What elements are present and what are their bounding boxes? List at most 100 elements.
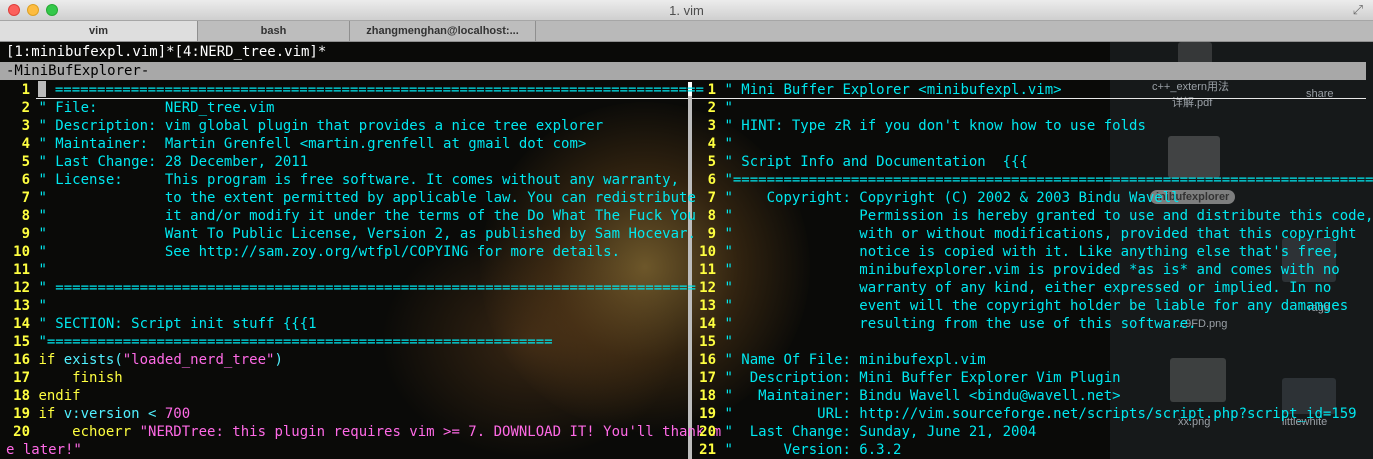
code-line[interactable]: 9 " Want To Public License, Version 2, a…: [0, 225, 696, 243]
line-number: 6: [21, 172, 30, 188]
code-text: " Last Change: Sunday, June 21, 2004: [724, 424, 1037, 440]
code-line[interactable]: 16 " Name Of File: minibufexpl.vim: [686, 351, 986, 369]
code-line[interactable]: 7 " Copyright: Copyright (C) 2002 & 2003…: [686, 189, 1180, 207]
line-number: 10: [699, 244, 716, 260]
code-line[interactable]: 15 ": [686, 333, 733, 351]
line-number: 4: [707, 136, 716, 152]
minibuf-buffer-list[interactable]: [1:minibufexpl.vim]*[4:NERD_tree.vim]*: [6, 43, 326, 61]
code-text: " Last Change: 28 December, 2011: [38, 154, 309, 170]
code-text: " URL: http://vim.sourceforge.net/script…: [724, 406, 1357, 422]
code-line[interactable]: 13 " event will the copyright holder be …: [686, 297, 1348, 315]
code-line[interactable]: 3 " HINT: Type zR if you don't know how …: [686, 117, 1146, 135]
tab-ssh[interactable]: zhangmenghan@localhost:...: [350, 21, 536, 41]
code-text: " See http://sam.zoy.org/wtfpl/COPYING f…: [38, 244, 621, 260]
code-line[interactable]: 8 " it and/or modify it under the terms …: [0, 207, 696, 225]
tab-bash[interactable]: bash: [198, 21, 350, 41]
code-text: " Description: Mini Buffer Explorer Vim …: [724, 370, 1121, 386]
line-number: 16: [13, 352, 30, 368]
code-line[interactable]: 12 " ===================================…: [0, 279, 696, 297]
file-icon: [1170, 358, 1226, 402]
string: "NERDTree: this plugin requires vim >= 7…: [131, 424, 722, 440]
code-line[interactable]: 7 " to the extent permitted by applicabl…: [0, 189, 696, 207]
code-text: " to the extent permitted by applicable …: [38, 190, 696, 206]
code-line[interactable]: 12 " warranty of any kind, either expres…: [686, 279, 1331, 297]
line-number: 5: [21, 154, 30, 170]
code-line[interactable]: 11 " minibufexplorer.vim is provided *as…: [686, 261, 1340, 279]
line-number: 18: [13, 388, 30, 404]
code-line[interactable]: 4 ": [686, 135, 733, 153]
code-text: " notice is copied with it. Like anythin…: [724, 244, 1340, 260]
line-number: 8: [707, 208, 716, 224]
code-line[interactable]: 3 " Description: vim global plugin that …: [0, 117, 604, 135]
code-line[interactable]: 20 " Last Change: Sunday, June 21, 2004: [686, 423, 1036, 441]
line-number: 14: [699, 316, 716, 332]
paren: (: [114, 352, 123, 368]
line-number: 5: [707, 154, 716, 170]
code-text: "=======================================…: [38, 334, 553, 350]
code-line[interactable]: 6 " License: This program is free softwa…: [0, 171, 679, 189]
code-line[interactable]: 16 if exists("loaded_nerd_tree"): [0, 351, 283, 369]
line-number: 6: [707, 172, 716, 188]
line-number: 14: [13, 316, 30, 332]
code-line[interactable]: 5 " Script Info and Documentation {{{: [686, 153, 1028, 171]
line-number: 9: [21, 226, 30, 242]
code-line[interactable]: 10 " notice is copied with it. Like anyt…: [686, 243, 1340, 261]
desktop-file-label: 详解.pdf: [1172, 97, 1213, 109]
line-number: 7: [707, 190, 716, 206]
code-line[interactable]: 4 " Maintainer: Martin Grenfell <martin.…: [0, 135, 587, 153]
code-line[interactable]: 20 echoerr "NERDTree: this plugin requir…: [0, 423, 721, 441]
code-line[interactable]: 6 "=====================================…: [686, 171, 1373, 189]
line-number: 12: [699, 280, 716, 296]
code-text: " Maintainer: Bindu Wavell <bindu@wavell…: [724, 388, 1121, 404]
code-line[interactable]: 15 "====================================…: [0, 333, 553, 351]
code-line-wrap[interactable]: e later!": [6, 441, 82, 459]
code-text: ": [38, 262, 47, 278]
code-line[interactable]: 9 " with or without modifications, provi…: [686, 225, 1357, 243]
fullscreen-icon[interactable]: ⤢: [1353, 3, 1363, 18]
string: "loaded_nerd_tree": [122, 352, 275, 368]
desktop-file-label: c++_extern用法: [1152, 81, 1230, 93]
code-text: " Copyright: Copyright (C) 2002 & 2003 B…: [724, 190, 1180, 206]
code-line[interactable]: 18 endif: [0, 387, 80, 405]
line-number: 1: [21, 82, 30, 98]
code-line[interactable]: 14 " resulting from the use of this soft…: [686, 315, 1196, 333]
tab-label: zhangmenghan@localhost:...: [366, 25, 519, 37]
code-text: " ======================================…: [38, 280, 696, 296]
code-line[interactable]: 13 ": [0, 297, 47, 315]
code-line[interactable]: 10 " See http://sam.zoy.org/wtfpl/COPYIN…: [0, 243, 620, 261]
code-line[interactable]: 18 " Maintainer: Bindu Wavell <bindu@wav…: [686, 387, 1121, 405]
code-text: " Maintainer: Martin Grenfell <martin.gr…: [38, 136, 587, 152]
terminal-area[interactable]: c++_extern用法 详解.pdf share inibufexplorer…: [0, 42, 1373, 459]
code-text: " Version: 6.3.2: [724, 442, 902, 458]
code-line[interactable]: 2 ": [686, 99, 733, 117]
code-line[interactable]: 14 " SECTION: Script init stuff {{{1: [0, 315, 317, 333]
code-line[interactable]: 2 " File: NERD_tree.vim: [0, 99, 275, 117]
code-text: ========================================…: [46, 82, 704, 98]
paren: ): [274, 352, 283, 368]
tab-vim[interactable]: vim: [0, 21, 198, 41]
string: e later!": [6, 442, 82, 458]
code-text: "=======================================…: [724, 172, 1373, 188]
code-line[interactable]: 5 " Last Change: 28 December, 2011: [0, 153, 309, 171]
line-number: 21: [699, 442, 716, 458]
line-number: 16: [699, 352, 716, 368]
line-number: 13: [13, 298, 30, 314]
code-line[interactable]: 1 " Mini Buffer Explorer <minibufexpl.vi…: [686, 81, 1062, 99]
line-number: 1: [707, 82, 716, 98]
code-line[interactable]: 17 finish: [0, 369, 123, 387]
code-text: " Name Of File: minibufexpl.vim: [724, 352, 986, 368]
code-line[interactable]: 11 ": [0, 261, 47, 279]
expression: v:version <: [55, 406, 165, 422]
code-line[interactable]: 1 ======================================…: [0, 81, 704, 99]
line-number: 4: [21, 136, 30, 152]
line-number: 8: [21, 208, 30, 224]
code-text: " SECTION: Script init stuff {{{1: [38, 316, 317, 332]
code-text: " Permission is hereby granted to use an…: [724, 208, 1373, 224]
code-line[interactable]: 19 if v:version < 700: [0, 405, 190, 423]
code-line[interactable]: 8 " Permission is hereby granted to use …: [686, 207, 1373, 225]
code-line[interactable]: 19 " URL: http://vim.sourceforge.net/scr…: [686, 405, 1357, 423]
line-number: 15: [699, 334, 716, 350]
code-text: " Description: vim global plugin that pr…: [38, 118, 604, 134]
code-line[interactable]: 17 " Description: Mini Buffer Explorer V…: [686, 369, 1121, 387]
code-line[interactable]: 21 " Version: 6.3.2: [686, 441, 901, 459]
